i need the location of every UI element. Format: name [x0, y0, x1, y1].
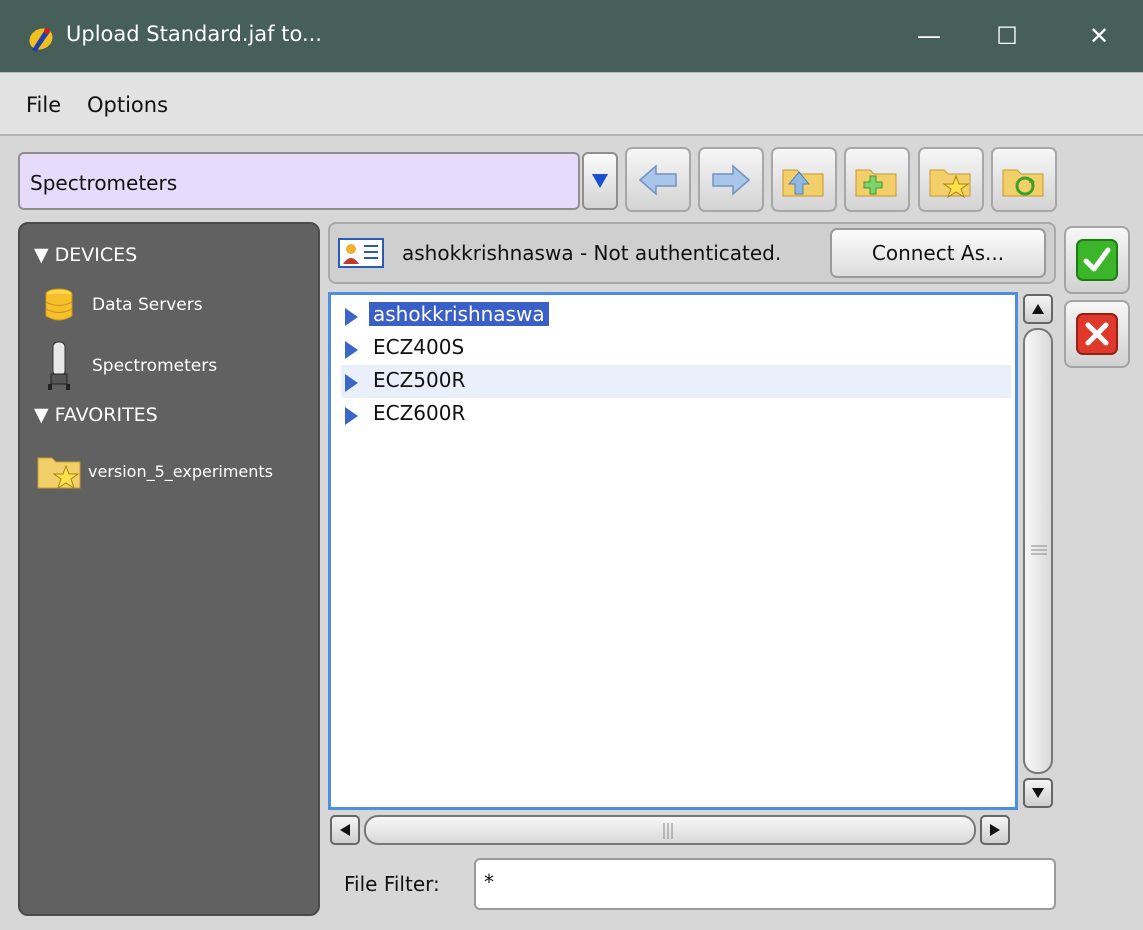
triangle-down-icon	[1032, 788, 1044, 798]
list-item[interactable]: ECZ400S	[341, 332, 1011, 365]
vertical-scrollbar[interactable]	[1020, 292, 1056, 810]
triangle-up-icon	[1032, 304, 1044, 314]
file-list[interactable]: ashokkrishnaswa ECZ400S ECZ500R ECZ600R	[328, 292, 1018, 810]
minimize-button[interactable]: —	[904, 10, 954, 62]
triangle-down-icon: ▼	[34, 244, 49, 266]
new-folder-button[interactable]	[844, 147, 910, 212]
sidebar-item-spectrometers[interactable]: Spectrometers	[42, 340, 217, 392]
favorite-folder-icon	[37, 457, 81, 490]
forward-icon	[712, 163, 751, 196]
section-label: DEVICES	[54, 244, 138, 266]
chevron-down-icon	[592, 174, 608, 188]
new-folder-icon	[855, 169, 897, 196]
list-item-label: ECZ400S	[373, 335, 465, 359]
horizontal-scrollbar[interactable]	[328, 812, 1018, 848]
sidebar-item-version-5-experiments[interactable]: version_5_experiments	[36, 450, 273, 492]
scroll-thumb[interactable]	[1023, 328, 1053, 774]
sidebar-item-label: Spectrometers	[92, 356, 218, 376]
auth-status-text: ashokkrishnaswa - Not authenticated.	[402, 241, 782, 265]
back-button[interactable]	[625, 147, 691, 212]
connect-as-button[interactable]: Connect As...	[830, 228, 1046, 278]
favorite-folder-button[interactable]	[918, 147, 984, 212]
expand-arrow-icon[interactable]	[345, 407, 358, 425]
list-item[interactable]: ashokkrishnaswa	[341, 299, 1011, 332]
sidebar-section-devices[interactable]: ▼ DEVICES	[34, 244, 137, 266]
spectrometer-icon	[48, 341, 70, 390]
section-label: FAVORITES	[54, 404, 158, 426]
ok-button[interactable]	[1064, 226, 1130, 294]
file-filter-label: File Filter:	[344, 872, 440, 896]
favorite-folder-icon	[929, 169, 971, 198]
grip-icon	[663, 823, 673, 839]
title-bar: Upload Standard.jaf to... — ☐ ✕	[0, 0, 1143, 72]
close-button[interactable]: ✕	[1074, 10, 1124, 62]
expand-arrow-icon[interactable]	[345, 308, 358, 326]
menu-bar: File Options	[0, 72, 1143, 136]
sidebar: ▼ DEVICES Data Servers Spectrometers ▼ F…	[18, 222, 320, 916]
scroll-right-button[interactable]	[980, 815, 1010, 845]
grip-icon	[1031, 545, 1047, 555]
forward-button[interactable]	[698, 147, 764, 212]
user-card-icon	[338, 238, 384, 268]
list-item-label: ECZ600R	[373, 401, 466, 425]
list-item-label: ashokkrishnaswa	[369, 302, 549, 326]
list-item[interactable]: ECZ500R	[341, 365, 1011, 398]
file-filter-input[interactable]: *	[474, 858, 1056, 910]
sidebar-item-label: version_5_experiments	[88, 461, 274, 481]
sidebar-item-label: Data Servers	[92, 295, 203, 315]
cancel-button[interactable]	[1064, 300, 1130, 368]
auth-bar: ashokkrishnaswa - Not authenticated. Con…	[328, 222, 1056, 284]
checkmark-icon	[1076, 239, 1118, 281]
triangle-left-icon	[340, 824, 350, 836]
menu-options[interactable]: Options	[87, 93, 168, 117]
window-title: Upload Standard.jaf to...	[66, 22, 322, 46]
expand-arrow-icon[interactable]	[345, 341, 358, 359]
scroll-thumb[interactable]	[364, 815, 976, 845]
refresh-folder-button[interactable]	[991, 147, 1057, 212]
location-combo[interactable]: Spectrometers	[18, 152, 580, 210]
database-icon	[45, 288, 73, 321]
app-icon	[29, 28, 53, 52]
folder-up-icon	[782, 169, 824, 196]
scroll-down-button[interactable]	[1023, 778, 1053, 808]
triangle-right-icon	[990, 824, 1000, 836]
back-icon	[638, 163, 677, 196]
folder-up-button[interactable]	[771, 147, 837, 212]
maximize-button[interactable]: ☐	[982, 10, 1032, 62]
triangle-down-icon: ▼	[34, 404, 49, 426]
menu-file[interactable]: File	[26, 93, 61, 117]
location-dropdown-button[interactable]	[582, 152, 618, 210]
scroll-left-button[interactable]	[330, 815, 360, 845]
list-item-label: ECZ500R	[373, 368, 466, 392]
expand-arrow-icon[interactable]	[345, 374, 358, 392]
sidebar-item-data-servers[interactable]: Data Servers	[42, 286, 203, 324]
scroll-up-button[interactable]	[1023, 294, 1053, 324]
refresh-folder-icon	[1002, 169, 1044, 196]
close-icon	[1076, 313, 1118, 355]
list-item[interactable]: ECZ600R	[341, 398, 1011, 431]
sidebar-section-favorites[interactable]: ▼ FAVORITES	[34, 404, 158, 426]
location-value: Spectrometers	[30, 171, 178, 195]
